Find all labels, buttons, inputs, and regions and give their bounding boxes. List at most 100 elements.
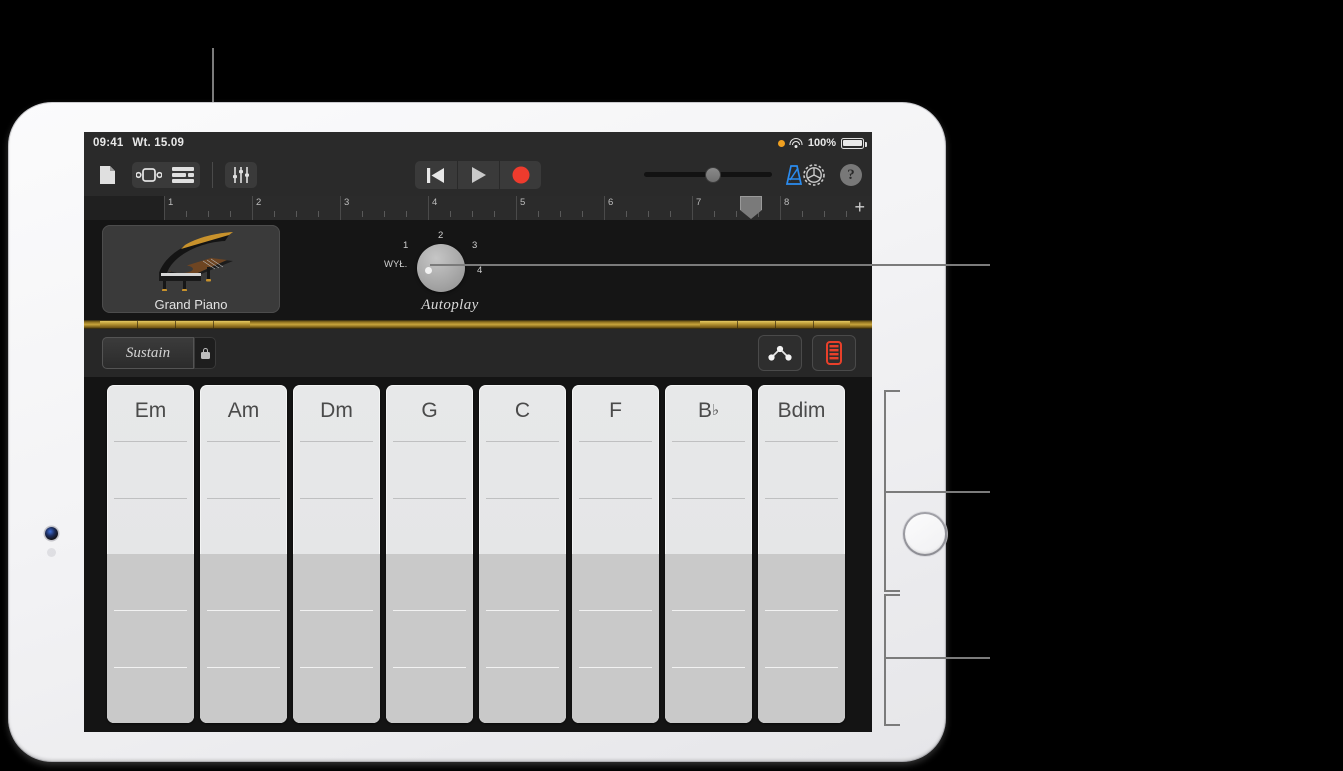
tracks-icon[interactable] — [166, 162, 200, 188]
ruler-sub-tick — [538, 211, 539, 217]
chord-strip-cell[interactable] — [572, 666, 659, 723]
chord-strip-cell[interactable] — [200, 610, 287, 667]
chord-strip-cell[interactable] — [572, 497, 659, 554]
chord-strip-cell[interactable] — [107, 553, 194, 611]
view-toggle-icon[interactable] — [132, 162, 166, 188]
chord-strip-cell[interactable]: F — [572, 385, 659, 441]
ruler-sub-tick — [472, 211, 473, 217]
chords-notes-button[interactable] — [758, 335, 802, 371]
chord-strip-cell[interactable] — [665, 666, 752, 723]
chord-strip-cell[interactable]: Dm — [293, 385, 380, 441]
chord-strip[interactable]: F — [572, 385, 659, 723]
control-bar: ? — [84, 154, 872, 196]
ruler-bar-tick — [428, 196, 429, 220]
autoplay-pos-4[interactable]: 4 — [477, 265, 482, 276]
autoplay-pos-1[interactable]: 1 — [403, 240, 408, 251]
chord-strip-cell[interactable] — [200, 666, 287, 723]
playhead[interactable] — [740, 196, 762, 219]
autoplay-knob[interactable] — [417, 244, 465, 292]
chord-strip-cell[interactable] — [293, 610, 380, 667]
instrument-tile[interactable]: Grand Piano — [102, 225, 280, 313]
mixer-faders-icon[interactable] — [225, 162, 257, 188]
chord-strip-cell[interactable] — [479, 553, 566, 611]
autoplay-pos-2[interactable]: 2 — [438, 230, 443, 241]
chord-strip-cell[interactable] — [572, 553, 659, 611]
chord-strip-cell[interactable] — [758, 666, 845, 723]
chord-strip-cell[interactable] — [758, 497, 845, 554]
document-icon[interactable] — [92, 162, 122, 189]
chord-strip-cell[interactable] — [572, 610, 659, 667]
view-segment-control — [132, 162, 200, 188]
ruler-sub-tick — [846, 211, 847, 217]
chord-strip-cell[interactable] — [758, 441, 845, 497]
metronome-icon[interactable] — [784, 165, 804, 190]
chord-strip-cell[interactable] — [479, 610, 566, 667]
chord-strip-cell[interactable] — [200, 497, 287, 554]
view-mode-buttons — [758, 335, 856, 371]
chord-strip-cell[interactable] — [293, 441, 380, 497]
chord-strip-cell[interactable] — [386, 666, 473, 723]
chord-strip-cell[interactable] — [107, 610, 194, 667]
chord-strip-cell[interactable] — [293, 497, 380, 554]
chord-strip[interactable]: Am — [200, 385, 287, 723]
chord-strip-cell[interactable] — [386, 497, 473, 554]
chord-strip-cell[interactable] — [386, 553, 473, 611]
ruler-sub-tick — [824, 211, 825, 217]
master-volume-slider[interactable] — [644, 168, 772, 182]
chord-strip-cell[interactable] — [758, 553, 845, 611]
chord-strip-cell[interactable] — [293, 666, 380, 723]
chord-strip[interactable]: G — [386, 385, 473, 723]
autoplay-control: WYŁ. 1 2 3 4 Autoplay — [384, 226, 514, 318]
chord-label: Em — [134, 399, 167, 422]
chord-strip-cell[interactable] — [293, 553, 380, 611]
chord-strip-cell[interactable] — [572, 441, 659, 497]
chord-strip-cell[interactable]: Am — [200, 385, 287, 441]
sustain-button[interactable]: Sustain — [102, 337, 194, 369]
chord-strip-cell[interactable] — [386, 610, 473, 667]
chord-strip-cell[interactable] — [107, 666, 194, 723]
toolbar-divider — [212, 162, 213, 188]
chord-strip[interactable]: Em — [107, 385, 194, 723]
gear-icon[interactable] — [802, 163, 826, 187]
callout-line-upper — [884, 491, 990, 493]
ruler-bar-label: 8 — [784, 197, 790, 208]
chord-strip-cell[interactable] — [479, 666, 566, 723]
timeline-ruler[interactable]: 1 2 3 4 5 6 7 8 + — [84, 196, 872, 220]
ruler-bar-label: 5 — [520, 197, 526, 208]
autoplay-off-label[interactable]: WYŁ. — [384, 259, 407, 270]
chord-strip[interactable]: B♭ — [665, 385, 752, 723]
chord-strip-cell[interactable] — [200, 553, 287, 611]
chord-strip-cell[interactable] — [479, 497, 566, 554]
chord-strip-cell[interactable] — [665, 441, 752, 497]
chord-strip-cell[interactable]: G — [386, 385, 473, 441]
chord-strip-cell[interactable] — [665, 553, 752, 611]
play-icon[interactable] — [457, 161, 499, 189]
chord-strip-cell[interactable] — [386, 441, 473, 497]
slider-knob[interactable] — [706, 168, 720, 182]
chord-strip-cell[interactable] — [479, 441, 566, 497]
chord-strip-cell[interactable] — [665, 497, 752, 554]
autoplay-pos-3[interactable]: 3 — [472, 240, 477, 251]
autoplay-title: Autoplay — [421, 297, 479, 313]
add-section-button[interactable]: + — [854, 198, 865, 216]
chord-strip-cell[interactable]: Bdim — [758, 385, 845, 441]
help-button[interactable]: ? — [840, 164, 862, 186]
chord-strip-cell[interactable]: C — [479, 385, 566, 441]
keyboard-strips-button[interactable] — [812, 335, 856, 371]
sustain-lock-button[interactable] — [194, 337, 216, 369]
chord-strip-cell[interactable]: B♭ — [665, 385, 752, 441]
chord-strip-cell[interactable] — [107, 441, 194, 497]
chord-strip-cell[interactable] — [107, 497, 194, 554]
ruler-sub-tick — [626, 211, 627, 217]
chord-strip-cell[interactable] — [758, 610, 845, 667]
chord-strip[interactable]: Bdim — [758, 385, 845, 723]
chord-strip-cell[interactable] — [200, 441, 287, 497]
chord-strip-cell[interactable]: Em — [107, 385, 194, 441]
chord-strip[interactable]: Dm — [293, 385, 380, 723]
record-icon[interactable] — [499, 161, 541, 189]
chord-label: F — [609, 399, 622, 422]
rewind-icon[interactable] — [415, 161, 457, 189]
home-button[interactable] — [903, 512, 947, 556]
chord-strip-cell[interactable] — [665, 610, 752, 667]
chord-strip[interactable]: C — [479, 385, 566, 723]
